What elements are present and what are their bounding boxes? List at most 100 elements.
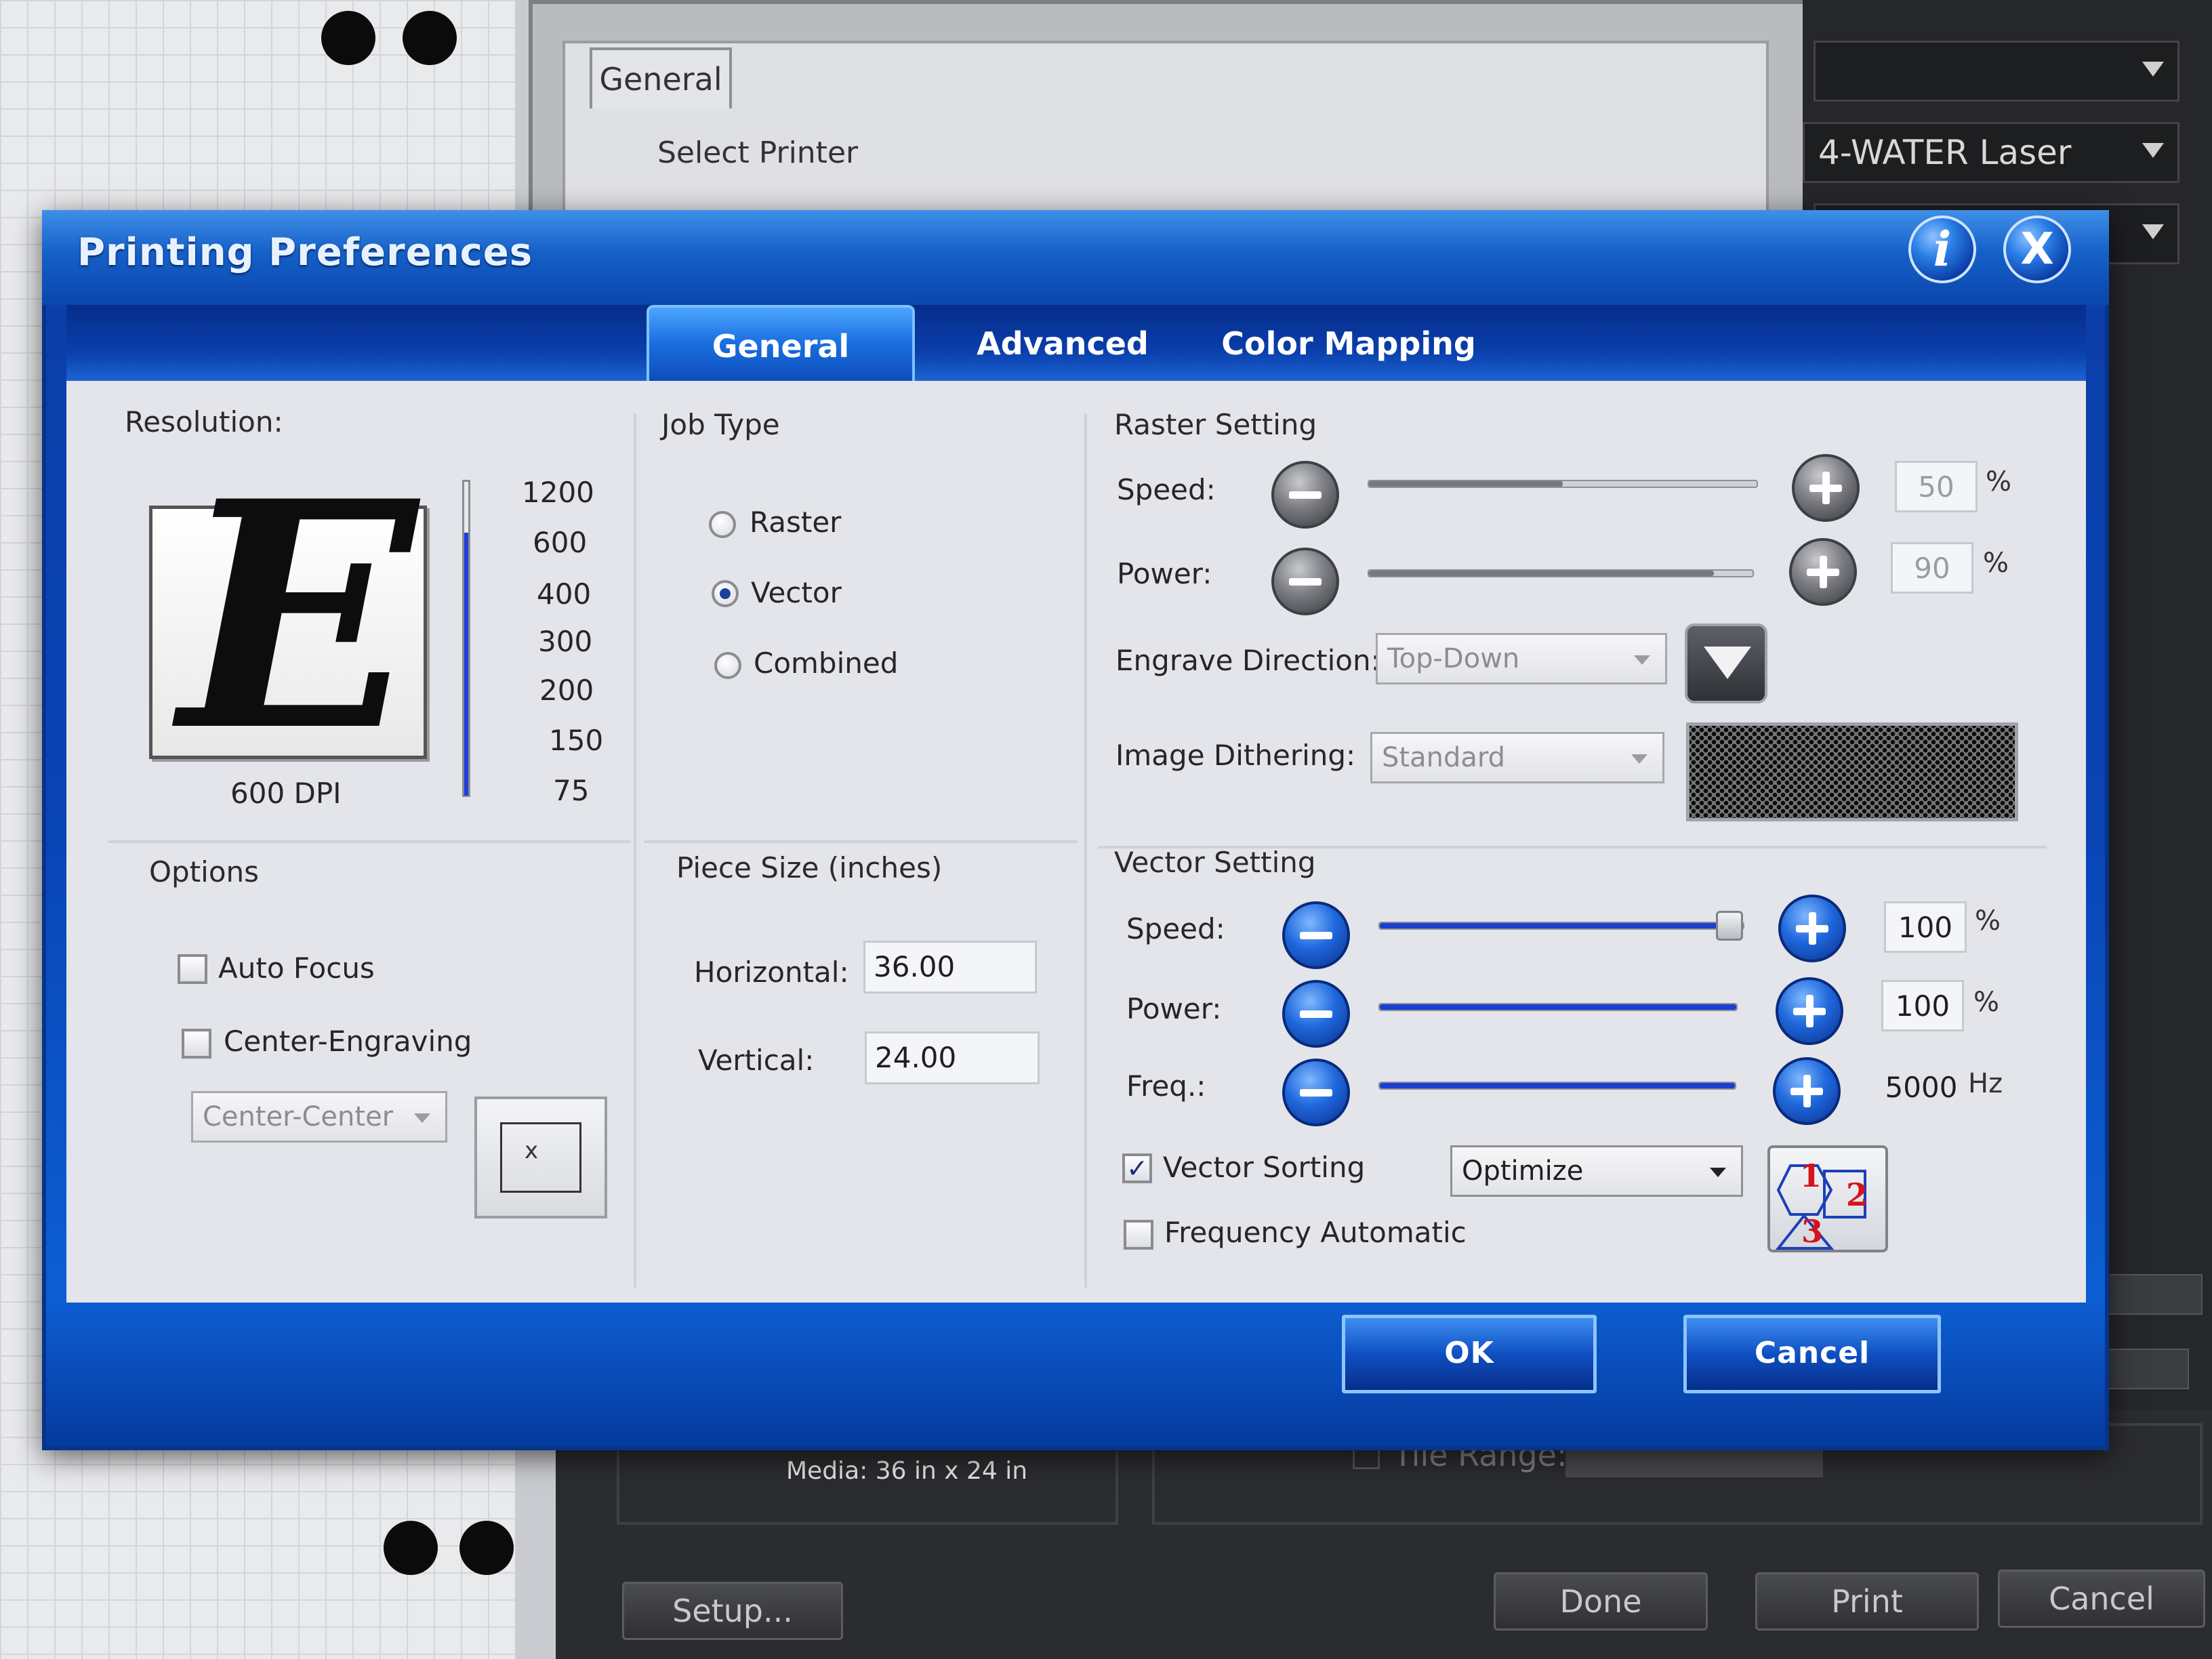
resolution-preview-letter: E [179, 434, 417, 800]
raster-power-slider[interactable] [1368, 569, 1754, 577]
tab-general[interactable]: General [647, 305, 915, 386]
dpi-option[interactable]: 75 [553, 774, 589, 807]
black-dot [459, 1521, 514, 1575]
vector-speed-minus-button[interactable] [1282, 901, 1350, 969]
engrave-direction-combo[interactable]: Top-Down [1376, 633, 1667, 684]
print-button[interactable]: Print [1755, 1572, 1979, 1631]
chevron-down-icon [1634, 655, 1650, 665]
check-icon: ✓ [1126, 1153, 1148, 1183]
vector-sorting-label[interactable]: Vector Sorting [1163, 1151, 1365, 1184]
chevron-down-icon [1710, 1168, 1726, 1177]
raster-power-plus-button[interactable] [1789, 538, 1857, 606]
dpi-option[interactable]: 1200 [522, 476, 594, 509]
job-type-title: Job Type [661, 408, 780, 441]
vector-freq-value[interactable]: 5000 [1880, 1061, 1963, 1113]
group-divider [634, 413, 636, 1288]
center-position-value: Center-Center [203, 1101, 394, 1132]
raster-speed-slider[interactable] [1368, 480, 1758, 488]
vertical-input[interactable]: 24.00 [865, 1031, 1040, 1084]
dpi-option[interactable]: 150 [549, 724, 603, 757]
engrave-direction-arrow-icon[interactable] [1685, 623, 1767, 703]
cancel-button[interactable]: Cancel [1683, 1315, 1941, 1393]
raster-speed-minus-button[interactable] [1271, 461, 1339, 529]
background-combo-1[interactable] [1814, 41, 2179, 102]
center-position-grid[interactable]: x [474, 1097, 607, 1218]
raster-speed-plus-button[interactable] [1792, 454, 1860, 522]
radio-raster-label[interactable]: Raster [750, 506, 841, 539]
setup-button[interactable]: Setup... [622, 1582, 843, 1640]
vector-power-fill [1380, 1004, 1736, 1010]
raster-power-fill [1369, 571, 1715, 576]
auto-focus-label[interactable]: Auto Focus [218, 951, 375, 985]
printer-combo-value: 4-WATER Laser [1818, 133, 2072, 172]
image-dithering-combo[interactable]: Standard [1370, 732, 1664, 783]
raster-speed-fill [1369, 481, 1563, 487]
info-button[interactable]: i [1908, 216, 1976, 283]
frequency-automatic-label[interactable]: Frequency Automatic [1164, 1216, 1467, 1249]
radio-combined[interactable] [714, 652, 741, 679]
vector-power-plus-button[interactable] [1776, 977, 1843, 1045]
radio-vector[interactable] [712, 580, 739, 607]
tab-advanced[interactable]: Advanced [942, 305, 1183, 386]
group-divider [644, 840, 1078, 843]
dpi-option[interactable]: 600 [533, 526, 587, 559]
options-title: Options [149, 855, 260, 888]
resolution-slider-fill [464, 533, 468, 796]
vector-sorting-order-icon[interactable]: 1 2 3 [1767, 1145, 1888, 1252]
auto-focus-checkbox[interactable] [178, 954, 207, 984]
printer-combo[interactable]: 4-WATER Laser [1803, 122, 2179, 183]
vector-sorting-checkbox[interactable]: ✓ [1122, 1153, 1152, 1183]
raster-power-minus-button[interactable] [1271, 548, 1339, 615]
vector-power-value[interactable]: 100 [1881, 980, 1964, 1031]
sorting-shapes-icon [1775, 1164, 1866, 1250]
radio-vector-label[interactable]: Vector [751, 576, 842, 609]
vector-power-slider[interactable] [1378, 1003, 1738, 1011]
vector-freq-unit: Hz [1968, 1068, 2003, 1099]
raster-power-unit: % [1983, 548, 2009, 579]
dpi-label: 600 DPI [230, 777, 342, 810]
center-marker: x [525, 1137, 539, 1164]
image-dithering-value: Standard [1382, 742, 1505, 773]
dpi-option[interactable]: 200 [539, 674, 594, 707]
vector-freq-label: Freq.: [1126, 1069, 1206, 1103]
background-tab-general[interactable]: General [590, 47, 732, 108]
vector-speed-unit: % [1975, 905, 2001, 937]
background-cancel-button[interactable]: Cancel [1998, 1570, 2205, 1628]
vector-power-label: Power: [1126, 992, 1222, 1025]
vector-freq-plus-button[interactable] [1773, 1057, 1841, 1125]
vector-setting-title: Vector Setting [1114, 846, 1316, 879]
frequency-automatic-checkbox[interactable] [1124, 1220, 1153, 1250]
radio-combined-label[interactable]: Combined [754, 647, 898, 680]
raster-speed-value[interactable]: 50 [1895, 461, 1978, 512]
horizontal-label: Horizontal: [694, 956, 849, 989]
ok-button[interactable]: OK [1342, 1315, 1597, 1393]
raster-power-value[interactable]: 90 [1891, 542, 1973, 594]
vector-power-minus-button[interactable] [1282, 980, 1350, 1048]
vector-speed-plus-button[interactable] [1778, 895, 1846, 962]
sorting-mode-combo[interactable]: Optimize [1450, 1145, 1743, 1197]
sorting-mode-value: Optimize [1462, 1155, 1584, 1187]
vector-power-unit: % [1973, 987, 2000, 1018]
image-dithering-label: Image Dithering: [1115, 739, 1356, 772]
chevron-down-icon [2142, 143, 2164, 158]
select-printer-label: Select Printer [657, 136, 859, 170]
close-button[interactable]: X [2003, 216, 2071, 283]
done-button[interactable]: Done [1494, 1572, 1708, 1631]
vector-speed-value[interactable]: 100 [1884, 901, 1967, 953]
black-dot [321, 11, 375, 65]
radio-raster[interactable] [709, 511, 736, 538]
vector-speed-slider[interactable] [1378, 922, 1744, 930]
center-engraving-checkbox[interactable] [182, 1029, 211, 1059]
vertical-label: Vertical: [698, 1044, 815, 1077]
dialog-title: Printing Preferences [77, 230, 533, 274]
tab-color-mapping[interactable]: Color Mapping [1213, 305, 1484, 386]
dpi-option[interactable]: 400 [537, 577, 591, 611]
horizontal-input[interactable]: 36.00 [863, 941, 1037, 994]
center-engraving-label[interactable]: Center-Engraving [224, 1025, 472, 1058]
dpi-option[interactable]: 300 [538, 625, 592, 658]
vector-speed-label: Speed: [1126, 912, 1225, 945]
vector-freq-minus-button[interactable] [1282, 1059, 1350, 1126]
vector-freq-slider[interactable] [1378, 1082, 1736, 1090]
vector-speed-slider-thumb[interactable] [1716, 911, 1743, 941]
center-position-combo[interactable]: Center-Center [191, 1091, 447, 1143]
